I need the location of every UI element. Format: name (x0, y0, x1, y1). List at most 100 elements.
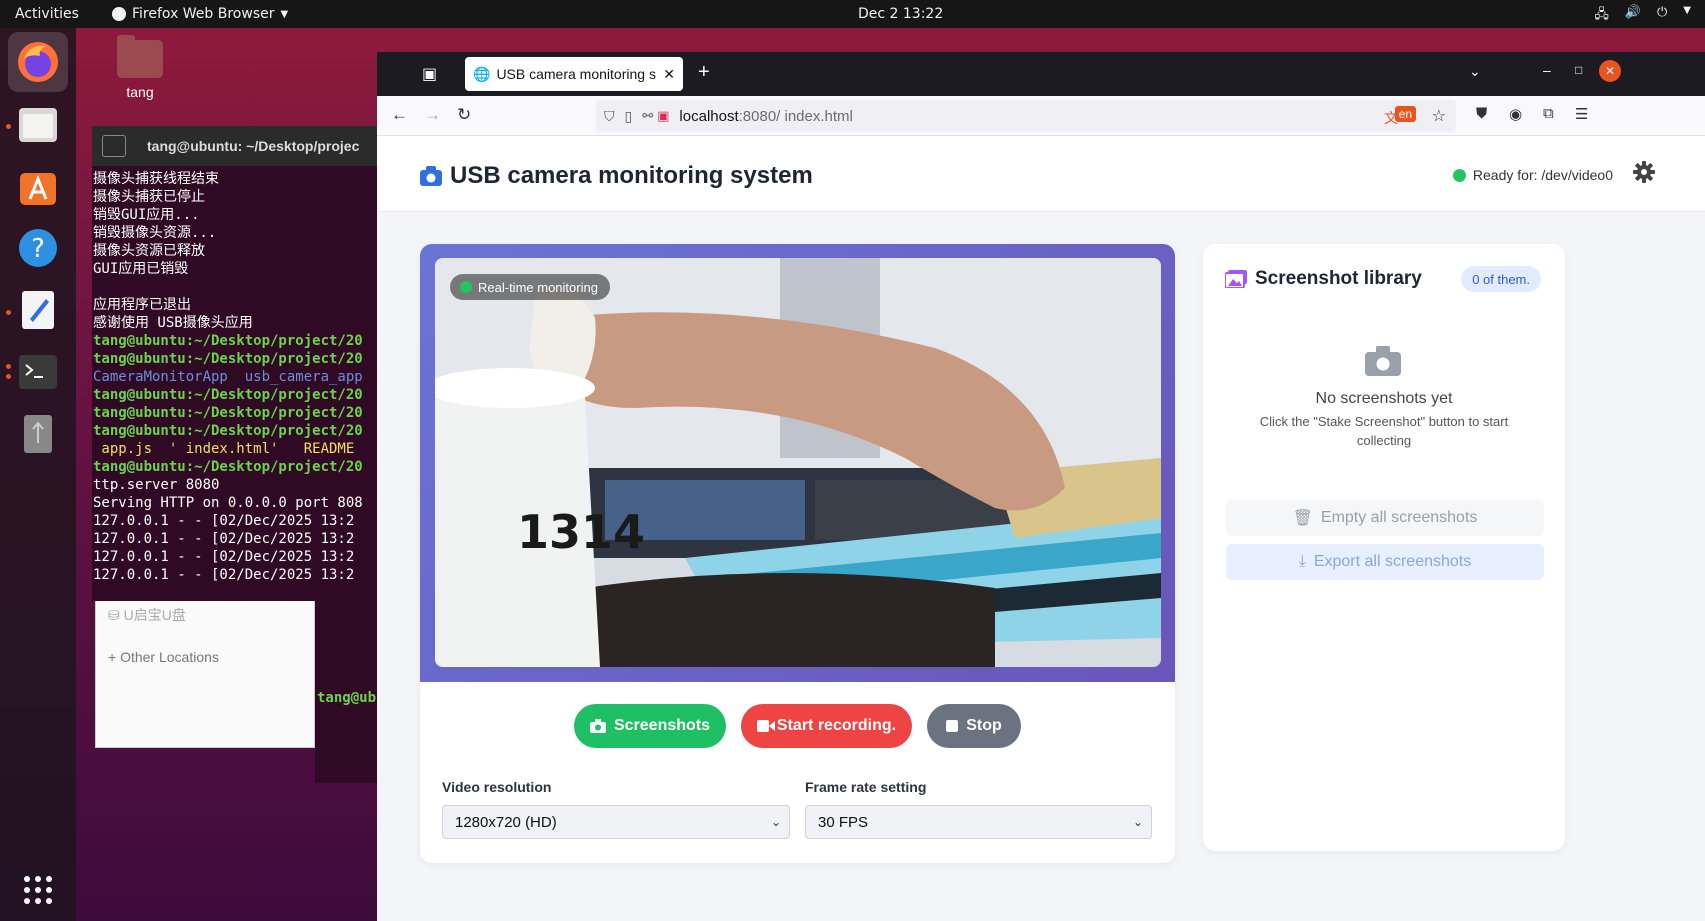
terminal-line: tang@ubuntu:~/Desktop/project/20 (93, 423, 363, 439)
page-title: USB camera monitoring system (420, 162, 813, 190)
files-other-locations[interactable]: + Other Locations (96, 643, 314, 671)
screenshot-button[interactable]: Screenshots (574, 704, 726, 748)
firefox-icon (18, 42, 58, 82)
stop-button[interactable]: Stop (927, 704, 1021, 748)
close-tab-icon[interactable]: ✕ (663, 66, 675, 83)
system-tray[interactable]: 🖧 🔊 ⏻ ▼ (1594, 5, 1691, 27)
close-window-icon[interactable]: ✕ (1599, 60, 1621, 82)
terminal-line: CameraMonitorApp usb_camera_app (93, 369, 363, 385)
video-camera-icon (756, 720, 775, 732)
dock-text-editor[interactable] (8, 280, 68, 340)
camera-in-use-icon: ▣ (657, 108, 670, 123)
terminal-line: 127.0.0.1 - - [02/Dec/2025 13:2 (93, 567, 355, 583)
desktop-folder-label: tang (126, 84, 154, 100)
dock-help[interactable]: ? (8, 218, 68, 278)
list-tabs-icon[interactable]: ⌄ (1469, 63, 1481, 80)
files-window: ⛁ U启宝U盘 + Other Locations (95, 598, 315, 748)
desktop-folder-tang[interactable]: tang (112, 35, 168, 100)
bookmark-star-icon[interactable]: ☆ (1432, 106, 1446, 126)
live-badge-label: Real-time monitoring (478, 279, 598, 295)
clear-screenshots-label: Empty all screenshots (1320, 509, 1478, 526)
gear-icon[interactable] (1633, 161, 1655, 183)
system-top-bar: Activities Firefox Web Browser ▼ Dec 2 1… (0, 0, 1705, 28)
export-screenshots-button[interactable]: ⤓ Export all screenshots (1226, 544, 1544, 580)
dock: ? (0, 28, 76, 921)
new-tab-icon[interactable] (102, 135, 126, 157)
resolution-select[interactable]: 1280x720 (HD) ⌄ (442, 805, 790, 839)
camera-icon (1365, 346, 1401, 376)
live-video-feed[interactable]: 1314 (435, 258, 1161, 667)
fps-select[interactable]: 30 FPS ⌄ (805, 805, 1152, 839)
terminal-line: 销毁GUI应用... (93, 207, 200, 223)
terminal-line: 销毁摄像头资源... (93, 225, 217, 241)
mug-text: 1314 (517, 505, 645, 559)
show-apps-button[interactable] (8, 860, 68, 920)
app-grid-icon (24, 876, 52, 904)
terminal-line: 摄像头资源已释放 (93, 243, 205, 259)
camera-icon (589, 719, 606, 733)
running-indicator (6, 310, 11, 315)
url-bar[interactable]: ⛉ ▯ ⚯ ▣ localhost:8080/ index.html 文 en … (596, 100, 1456, 132)
usb-drive-icon (24, 415, 52, 453)
status-text: Ready for: /dev/video0 (1472, 167, 1613, 183)
files-drive-item[interactable]: ⛁ U启宝U盘 (96, 599, 314, 631)
shield-icon: ⛉ (604, 107, 615, 124)
dock-files[interactable] (8, 94, 68, 154)
terminal-line: 摄像头捕获已停止 (93, 189, 205, 205)
live-dot-icon (460, 281, 472, 293)
app-menu[interactable]: Firefox Web Browser ▼ (112, 6, 288, 22)
minimize-icon[interactable]: – (1543, 62, 1551, 78)
browser-tab[interactable]: 🌐 USB camera monitoring s ✕ (465, 57, 683, 91)
terminal-line: 感谢使用 USB摄像头应用 (93, 315, 253, 331)
record-button[interactable]: Start recording. (741, 704, 912, 748)
maximize-icon[interactable]: □ (1575, 63, 1582, 77)
resolution-value: 1280x720 (HD) (455, 813, 557, 831)
terminal-titlebar[interactable]: tang@ubuntu: ~/Desktop/projec (92, 126, 382, 166)
clock[interactable]: Dec 2 13:22 (858, 6, 943, 22)
video-frame: 1314 Real-time monitoring (420, 244, 1175, 682)
terminal-output[interactable]: 摄像头捕获线程结束 摄像头捕获已停止 销毁GUI应用... 销毁摄像头资源... 摄像头… (92, 166, 382, 584)
resolution-label: Video resolution (442, 779, 552, 795)
dock-terminal[interactable] (8, 342, 68, 402)
reload-icon[interactable]: ↻ (457, 105, 471, 125)
terminal-line: tang@ubuntu:~/Desktop/project/20 (93, 459, 363, 475)
activities-button[interactable]: Activities (15, 6, 79, 22)
files-icon (19, 108, 57, 142)
pocket-icon[interactable]: ⛊ (1476, 105, 1487, 122)
control-buttons: Screenshots Start recording. Stop (420, 704, 1175, 750)
camera-icon (420, 166, 442, 186)
extensions-icon[interactable]: ⧉ (1543, 105, 1554, 122)
back-icon[interactable]: ← (391, 105, 408, 125)
terminal-window: tang@ubuntu: ~/Desktop/projec 摄像头捕获线程结束摄… (92, 126, 382, 601)
dock-usb-drive[interactable] (8, 404, 68, 464)
status-dot-icon (1452, 168, 1466, 182)
device-status: Ready for: /dev/video0 (1452, 167, 1613, 183)
chevron-down-icon: ⌄ (1132, 815, 1143, 829)
tab-overview-icon[interactable]: ▣ (422, 64, 437, 84)
clear-screenshots-button[interactable]: 🗑 Empty all screenshots (1226, 500, 1544, 536)
network-icon: 🖧 (1594, 7, 1609, 22)
terminal-line: app.js ' index.html' README (93, 441, 355, 457)
new-tab-icon[interactable]: + (698, 61, 710, 84)
live-badge: Real-time monitoring (450, 274, 610, 300)
translate-badge[interactable]: en (1394, 106, 1416, 122)
drive-label: U启宝U盘 (123, 607, 186, 623)
nav-toolbar: ← → ↻ ⛉ ▯ ⚯ ▣ localhost:8080/ index.html… (377, 96, 1705, 136)
menu-icon[interactable]: ☰ (1575, 105, 1588, 123)
trash-icon: 🗑 (1292, 510, 1313, 527)
running-indicator (6, 124, 11, 129)
empty-state-title: No screenshots yet (1315, 390, 1453, 407)
text-editor-icon (22, 291, 54, 329)
url-text: localhost:8080/ index.html (679, 108, 852, 125)
chevron-down-icon: ⌄ (770, 815, 781, 829)
page-icon: ▯ (624, 107, 633, 124)
terminal-line: tang@ubuntu:~/Desktop/project/20 (93, 351, 363, 367)
forward-icon[interactable]: → (424, 105, 441, 125)
other-locations-label: Other Locations (120, 649, 219, 665)
dock-firefox[interactable] (8, 32, 68, 92)
dock-software[interactable] (8, 156, 68, 216)
url-host: localhost (679, 107, 739, 125)
library-title-text: Screenshot library (1255, 268, 1422, 289)
account-icon[interactable]: ◉ (1509, 105, 1522, 123)
terminal-line: 摄像头捕获线程结束 (93, 171, 219, 187)
